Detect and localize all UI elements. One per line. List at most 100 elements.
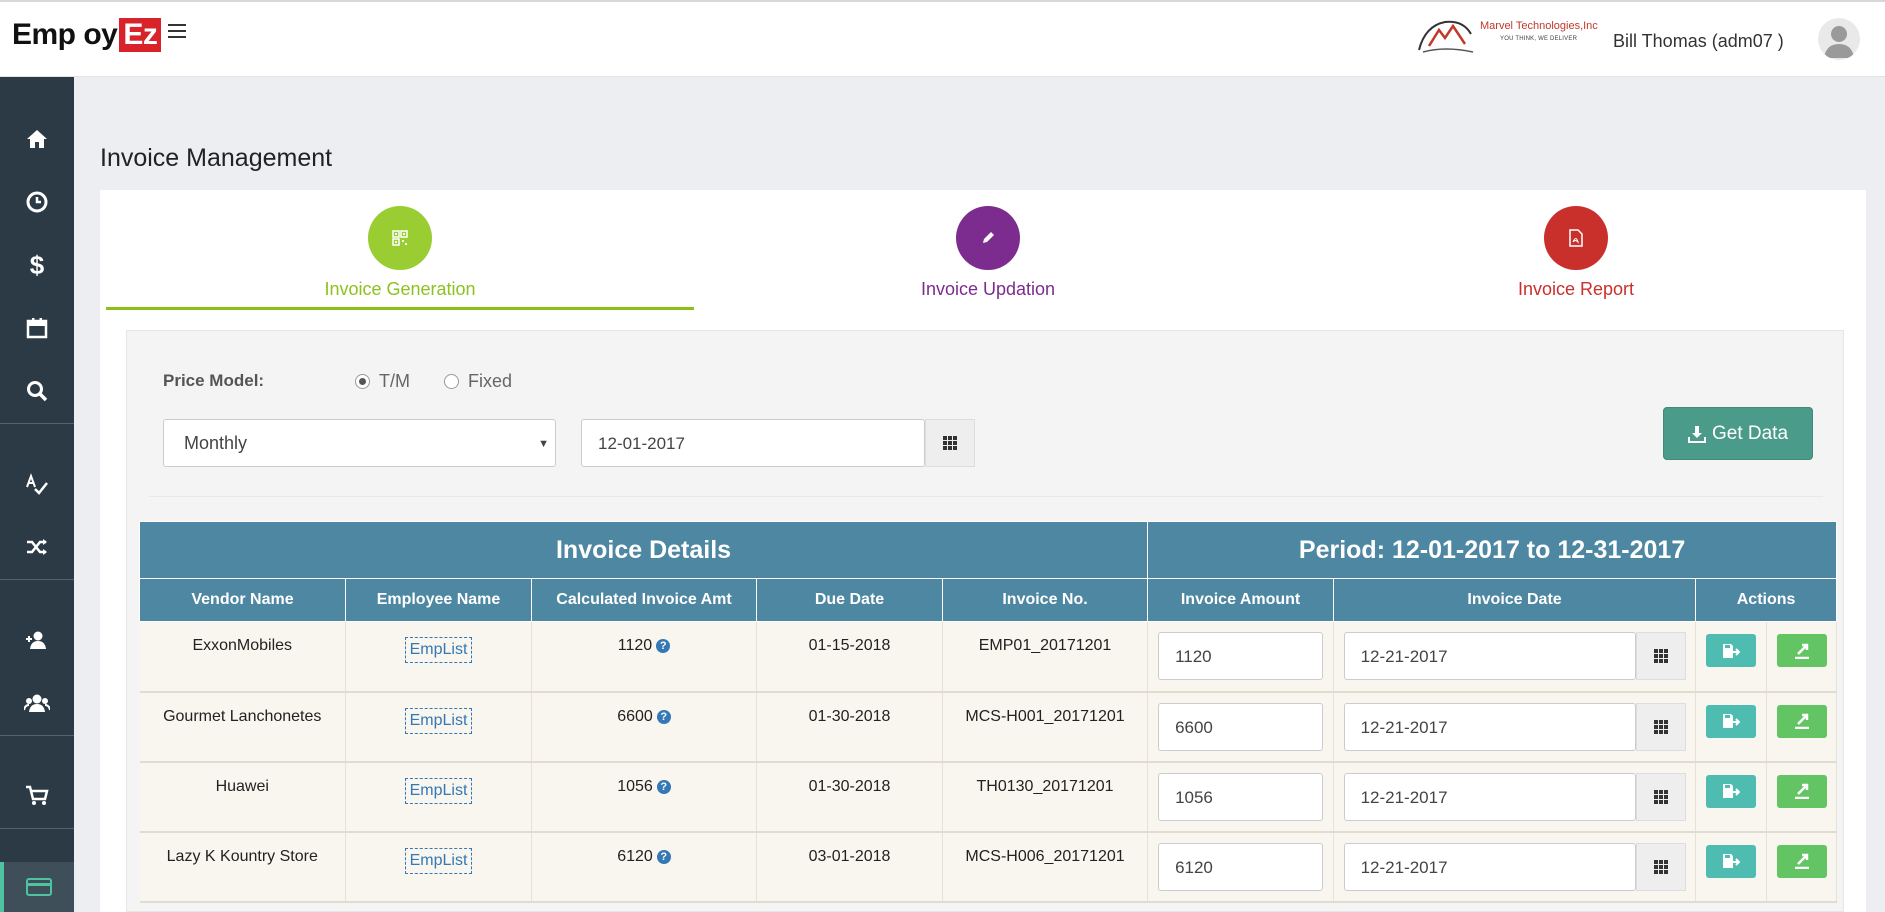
export-icon	[1794, 713, 1809, 729]
invoice-number: MCS-H006_20171201	[942, 831, 1149, 903]
help-icon[interactable]: ?	[656, 639, 671, 653]
clock-icon	[26, 191, 48, 213]
column-header: Employee Name	[345, 578, 532, 622]
due-date: 03-01-2018	[756, 831, 943, 903]
save-invoice-button[interactable]	[1706, 634, 1757, 667]
export-invoice-button[interactable]	[1776, 844, 1827, 878]
page-title: Invoice Management	[100, 144, 333, 172]
sidebar-item-users[interactable]	[0, 678, 74, 728]
shuffle-icon	[27, 539, 47, 555]
get-data-label: Get Data	[1711, 422, 1789, 444]
grid-icon	[1653, 789, 1668, 804]
invoice-date-input[interactable]: 12-21-2017	[1343, 702, 1636, 751]
export-invoice-button[interactable]	[1776, 634, 1827, 667]
export-invoice-button[interactable]	[1776, 704, 1827, 738]
cart-icon	[26, 785, 49, 805]
table-row: Huawei EmpList 1056? 01-30-2018 TH0130_2…	[139, 761, 1838, 833]
avatar[interactable]	[1818, 18, 1860, 60]
sidebar-item-transfers[interactable]	[0, 522, 74, 572]
invoice-date-picker-button[interactable]	[1635, 702, 1686, 751]
invoice-date-input[interactable]: 12-21-2017	[1343, 632, 1636, 680]
calc-amount: 6600	[617, 707, 653, 725]
invoice-date-input[interactable]: 12-21-2017	[1343, 772, 1636, 821]
sidebar-item-invoices[interactable]	[0, 862, 74, 912]
start-date-input[interactable]: 12-01-2017	[581, 419, 925, 467]
grid-icon	[943, 436, 957, 450]
sidebar-item-approvals[interactable]	[0, 459, 74, 509]
help-icon[interactable]: ?	[656, 779, 671, 794]
download-icon	[1687, 425, 1706, 443]
save-invoice-button[interactable]	[1706, 704, 1757, 738]
sidebar-divider	[0, 828, 74, 829]
company-mark-icon	[1418, 20, 1474, 53]
emplist-link[interactable]: EmpList	[404, 847, 473, 874]
invoice-amount-input[interactable]: 6120	[1158, 842, 1324, 891]
company-name: Marvel Technologies,Inc	[1480, 20, 1598, 32]
sidebar-item-store[interactable]	[0, 771, 74, 821]
invoice-number: MCS-H001_20171201	[942, 691, 1149, 763]
save-arrow-icon	[1723, 854, 1741, 868]
help-icon[interactable]: ?	[656, 849, 671, 864]
calc-amount: 1056	[617, 777, 653, 795]
emplist-link[interactable]: EmpList	[404, 777, 473, 804]
invoice-date-input[interactable]: 12-21-2017	[1343, 842, 1636, 891]
invoice-amount-input[interactable]: 1120	[1158, 632, 1324, 680]
export-icon	[1794, 853, 1809, 869]
app-logo[interactable]: Emp oy Ez	[12, 18, 162, 52]
help-icon[interactable]: ?	[656, 709, 671, 724]
invoice-number: TH0130_20171201	[942, 761, 1149, 833]
calc-amount: 6120	[617, 847, 653, 865]
emplist-link[interactable]: EmpList	[404, 707, 473, 734]
invoice-date-picker-button[interactable]	[1635, 772, 1686, 821]
export-icon	[1794, 643, 1809, 659]
sidebar-item-add-user[interactable]	[0, 615, 74, 665]
radio-fixed-dot[interactable]	[444, 374, 459, 389]
sidebar-item-home[interactable]	[0, 114, 74, 164]
user-avatar-icon	[1824, 26, 1854, 58]
invoice-date-picker-button[interactable]	[1635, 842, 1686, 891]
invoice-number: EMP01_20171201	[942, 621, 1149, 693]
start-date-picker-button[interactable]	[925, 419, 975, 467]
sidebar-item-calendar[interactable]	[0, 303, 74, 353]
sidebar-item-search[interactable]	[0, 366, 74, 416]
invoice-date-picker-button[interactable]	[1635, 632, 1686, 680]
qrcode-icon	[392, 230, 408, 246]
invoice-generation-content: Price Model: T/M Fixed Monthly ▼ 12-01-2…	[126, 330, 1844, 912]
column-header: Calculated Invoice Amt	[531, 578, 757, 622]
emplist-link[interactable]: EmpList	[404, 637, 473, 663]
table-row: Lazy K Kountry Store EmpList 6120? 03-01…	[139, 831, 1838, 903]
price-model-label: Price Model:	[163, 371, 265, 390]
user-name[interactable]: Bill Thomas (adm07 )	[1613, 31, 1784, 52]
tab-invoice-report[interactable]: Invoice Report	[1282, 206, 1870, 310]
radio-tm[interactable]: T/M	[355, 371, 410, 392]
tab-invoice-updation[interactable]: Invoice Updation	[694, 206, 1282, 310]
tab-label: Invoice Report	[1517, 279, 1635, 299]
invoice-amount-input[interactable]: 6600	[1158, 702, 1324, 751]
radio-fixed-label: Fixed	[468, 371, 513, 391]
column-header: Invoice Amount	[1147, 578, 1335, 622]
column-header: Actions	[1695, 578, 1838, 622]
save-arrow-icon	[1723, 784, 1741, 798]
grid-icon	[1653, 649, 1668, 663]
radio-tm-dot[interactable]	[355, 374, 370, 389]
vendor-name: Lazy K Kountry Store	[139, 831, 346, 903]
search-icon	[27, 381, 48, 402]
add-user-icon	[26, 631, 46, 649]
logo-accent: Ez	[119, 18, 162, 52]
sidebar-item-billing[interactable]: $	[0, 240, 74, 290]
get-data-button[interactable]: Get Data	[1663, 407, 1813, 460]
radio-fixed[interactable]: Fixed	[444, 371, 512, 392]
export-invoice-button[interactable]	[1776, 774, 1827, 808]
save-invoice-button[interactable]	[1706, 774, 1757, 808]
period-select[interactable]: Monthly ▼	[163, 419, 556, 467]
sidebar-item-timesheet[interactable]	[0, 177, 74, 227]
vendor-name: Huawei	[139, 761, 346, 833]
save-invoice-button[interactable]	[1706, 844, 1757, 878]
sidebar-divider	[0, 579, 74, 580]
invoice-amount-input[interactable]: 1056	[1158, 772, 1324, 821]
pdf-file-icon	[1569, 229, 1583, 247]
chevron-down-icon: ▼	[538, 438, 549, 450]
menu-toggle-icon[interactable]	[168, 24, 186, 40]
tab-invoice-generation[interactable]: Invoice Generation	[106, 206, 694, 310]
invoice-details-header: Invoice Details	[138, 521, 1149, 579]
